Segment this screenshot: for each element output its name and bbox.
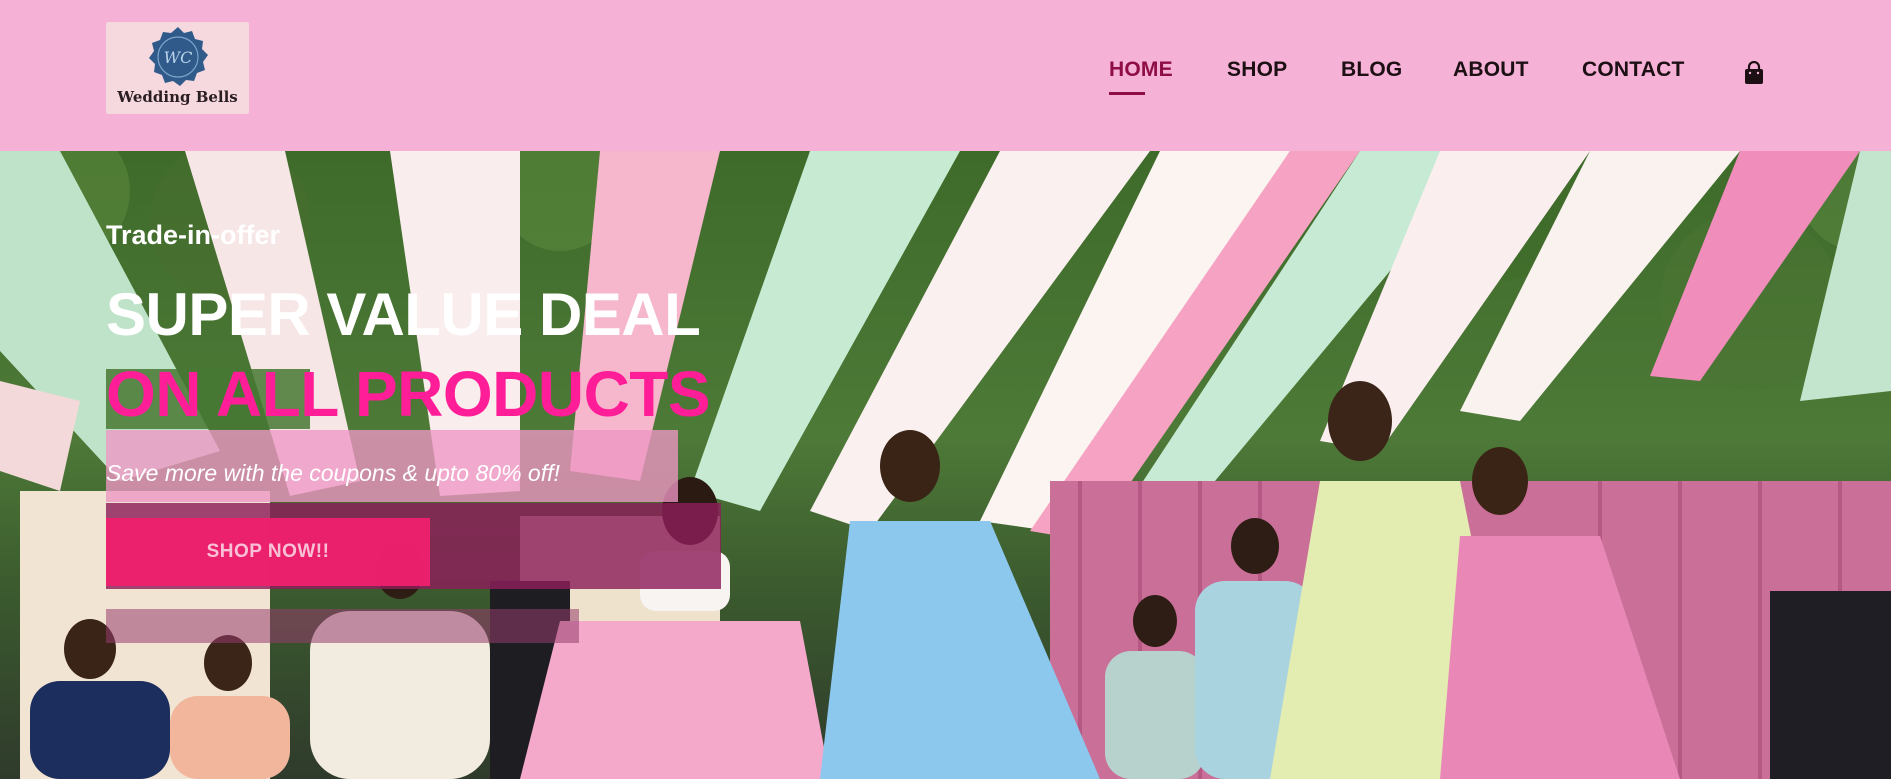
nav-about[interactable]: ABOUT — [1453, 58, 1529, 82]
active-nav-indicator — [1109, 92, 1145, 95]
hero-headline: SUPER VALUE DEAL — [106, 281, 701, 348]
site-header: WC Wedding Bells HOME SHOP BLOG ABOUT CO… — [0, 0, 1891, 151]
hero-tagline: Save more with the coupons & upto 80% of… — [106, 460, 560, 486]
hero-subheadline: ON ALL PRODUCTS — [106, 358, 711, 430]
main-nav: HOME SHOP BLOG ABOUT CONTACT — [0, 58, 1891, 98]
shop-now-button[interactable]: SHOP NOW!! — [106, 518, 430, 586]
shopping-bag-icon[interactable] — [1743, 61, 1765, 85]
nav-home[interactable]: HOME — [1109, 58, 1173, 82]
nav-blog[interactable]: BLOG — [1341, 58, 1402, 82]
nav-shop[interactable]: SHOP — [1227, 58, 1287, 82]
nav-contact[interactable]: CONTACT — [1582, 58, 1685, 82]
promo-tag: Trade-in-offer — [106, 220, 281, 250]
tagline-background — [106, 609, 579, 643]
